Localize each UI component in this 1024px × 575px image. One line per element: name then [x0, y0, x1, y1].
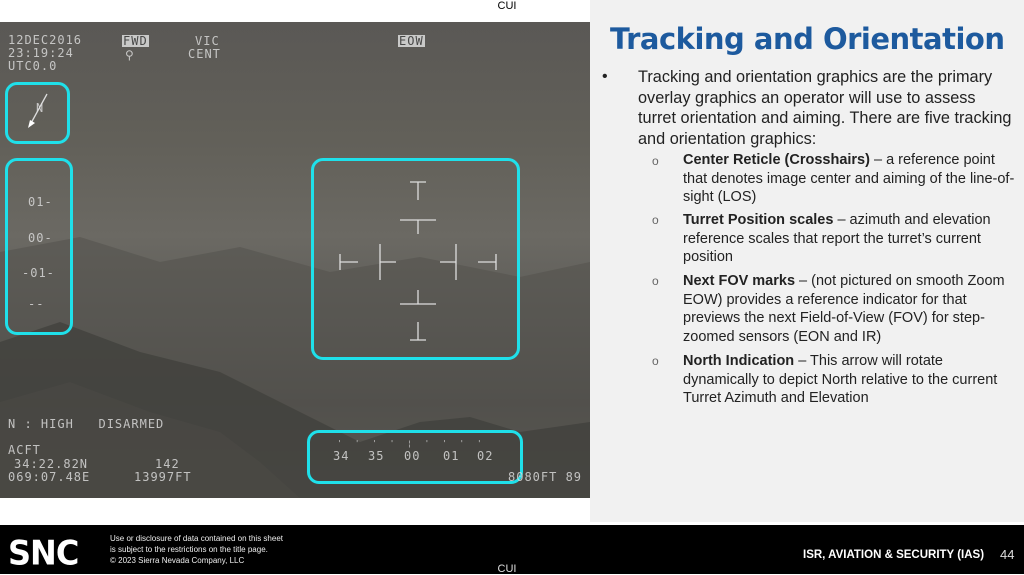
term: Center Reticle (Crosshairs) [683, 152, 870, 168]
sub-bullet-icon: o [652, 274, 659, 288]
page-number: 44 [1000, 547, 1015, 562]
term: North Indication [683, 353, 795, 369]
org-name: ISR, AVIATION & SECURITY (IAS) [803, 549, 985, 561]
osd-time: 23:19:24 [8, 46, 74, 60]
osd-utc: UTC0.0 [8, 59, 58, 73]
intro-text: Tracking and orientation graphics are th… [638, 68, 1012, 148]
az-tick: 00 [404, 449, 421, 463]
slide-text-panel: Tracking and Orientation • Tracking and … [590, 0, 1024, 522]
osd-heading: 142 [155, 457, 180, 471]
term: Turret Position scales [683, 212, 834, 228]
osd-latitude: 34:22.82N [14, 457, 89, 471]
az-tick: 34 [333, 449, 350, 463]
elev-tick: 01- [28, 195, 53, 209]
sub-bullet-icon: o [652, 154, 659, 168]
osd-status: N : HIGH DISARMED [8, 417, 165, 431]
osd-range: 8080FT 89 [508, 470, 583, 484]
osd-longitude: 069:07.48E [8, 470, 91, 484]
crosshair-reticle [339, 181, 497, 341]
page-title: Tracking and Orientation [610, 22, 1005, 56]
bullet-icon: • [602, 68, 608, 85]
osd-altitude: 13997FT [134, 470, 192, 484]
sub-bullet-icon: o [652, 213, 659, 227]
north-arrow-icon [28, 93, 48, 128]
list-item: Center Reticle (Crosshairs) – a referenc… [683, 151, 1018, 207]
list-item: North Indication – This arrow will rotat… [683, 352, 1018, 408]
elev-tick: -- [28, 297, 45, 311]
elev-tick: 00- [28, 231, 53, 245]
disclaimer-line: Use or disclosure of data contained on t… [110, 534, 283, 543]
disclaimer: Use or disclosure of data contained on t… [110, 533, 283, 566]
osd-person-icon: ⚲ [125, 48, 135, 62]
sub-bullet-icon: o [652, 354, 659, 368]
osd-fwd-badge: FWD [122, 34, 149, 48]
osd-sensor-badge: EOW [398, 34, 425, 48]
osd-date: 12DEC2016 [8, 33, 83, 47]
classification-bottom: CUI [497, 563, 517, 575]
elev-tick: -01- [22, 266, 55, 280]
sensor-video-frame: 12DEC2016 23:19:24 UTC0.0 FWD ⚲ VIC CENT… [0, 22, 590, 498]
list-item: Turret Position scales – azimuth and ele… [683, 211, 1018, 267]
az-tick: 35 [368, 449, 385, 463]
osd-vic: VIC [195, 34, 220, 48]
osd-cent: CENT [188, 47, 221, 61]
osd-acft: ACFT [8, 443, 41, 457]
term: Next FOV marks [683, 273, 796, 289]
list-item: Next FOV marks – (not pictured on smooth… [683, 272, 1018, 346]
az-tick: 01 [443, 449, 460, 463]
disclaimer-line: is subject to the restrictions on the ti… [110, 545, 268, 554]
az-tick: 02 [477, 449, 494, 463]
